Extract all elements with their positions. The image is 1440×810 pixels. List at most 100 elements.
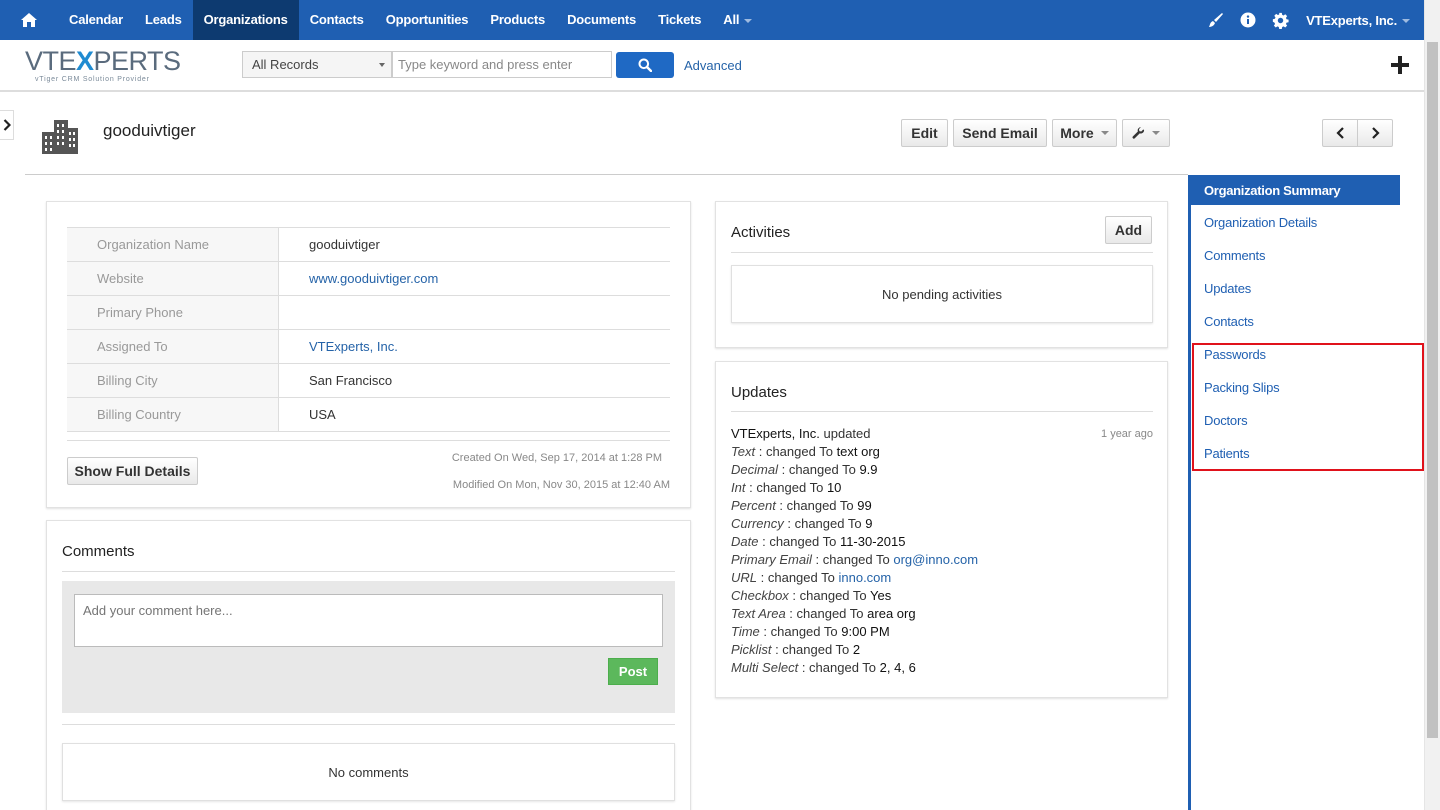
home-icon[interactable] [0,0,58,40]
nav-documents[interactable]: Documents [556,0,647,40]
scrollbar-thumb[interactable] [1427,42,1438,738]
chevron-right-icon [1371,127,1380,139]
search-bar: VTEXPERTS vTiger CRM Solution Provider A… [0,40,1424,92]
changed-to-text: changed To [767,570,835,585]
nav-leads[interactable]: Leads [134,0,193,40]
changed-field-name: Percent [731,498,776,513]
header-divider [25,174,1188,175]
nav-comments[interactable]: Comments [1204,248,1265,263]
update-change-line: Percent : changed To 99 [731,498,872,513]
next-record-button[interactable] [1357,119,1393,147]
changed-field-name: Decimal [731,462,778,477]
nav-updates[interactable]: Updates [1204,281,1251,296]
chevron-down-icon [1100,131,1109,135]
record-title: gooduivtiger [103,121,196,140]
update-change-line: Multi Select : changed To 2, 4, 6 [731,660,916,675]
edit-button[interactable]: Edit [901,119,948,147]
changed-field-name: Text [731,444,756,459]
changed-value: 9:00 PM [841,624,890,639]
organization-building-icon [40,118,80,156]
changed-to-text: changed To [769,534,837,549]
table-row: Website www.gooduivtiger.com [67,262,670,296]
update-author: VTExperts, Inc. [731,426,820,441]
assigned-to-link[interactable]: VTExperts, Inc. [279,330,398,363]
modified-on-text: Modified On Mon, Nov 30, 2015 at 12:40 A… [452,479,670,491]
changed-value-link[interactable]: org@inno.com [893,552,978,567]
logo-x-accent: X [76,46,94,76]
info-icon[interactable] [1232,0,1264,40]
field-label: Website [67,262,279,295]
add-activity-button[interactable]: Add [1105,216,1152,244]
comment-input[interactable] [74,594,663,647]
comments-panel: Comments Post No comments [46,520,691,810]
wrench-icon [1132,126,1145,139]
chevron-down-icon [379,63,385,67]
changed-value: area org [867,606,916,621]
nav-organization-details[interactable]: Organization Details [1204,215,1317,230]
more-button-label: More [1060,125,1094,141]
comment-compose-box: Post [62,581,675,713]
changed-value: 2 [852,642,861,657]
website-link[interactable]: www.gooduivtiger.com [279,262,438,295]
record-related-nav: Organization Summary Organization Detail… [1188,175,1424,810]
nav-tickets[interactable]: Tickets [647,0,712,40]
update-change-line: Checkbox : changed To Yes [731,588,892,603]
field-value: San Francisco [309,373,393,388]
changed-to-text: changed To [799,588,867,603]
vtexperts-logo[interactable]: VTEXPERTS vTiger CRM Solution Provider [25,47,185,87]
changed-field-name: Text Area [731,606,786,621]
nav-contacts[interactable]: Contacts [299,0,375,40]
update-change-line: Text Area : changed To area org [731,606,916,621]
nav-calendar[interactable]: Calendar [58,0,134,40]
gear-icon[interactable] [1264,0,1296,40]
post-comment-button[interactable]: Post [608,658,658,685]
field-label: Organization Name [67,228,279,261]
records-filter-select[interactable]: All Records [242,51,392,78]
update-change-line: Picklist : changed To 2 [731,642,861,657]
no-activities-text: No pending activities [731,265,1153,323]
field-value: gooduivtiger [309,237,380,252]
nav-products[interactable]: Products [479,0,556,40]
nav-opportunities[interactable]: Opportunities [375,0,480,40]
nav-contacts-related[interactable]: Contacts [1204,314,1254,329]
logo-main-text: VTEXPERTS [25,46,181,76]
user-name: VTExperts, Inc. [1306,12,1397,28]
changed-to-text: changed To [809,660,877,675]
changed-to-text: changed To [786,498,854,513]
changed-value: 10 [826,480,842,495]
search-button[interactable] [616,52,674,78]
changed-to-text: changed To [770,624,838,639]
field-label: Billing City [67,364,279,397]
previous-record-button[interactable] [1322,119,1358,147]
advanced-search-link[interactable]: Advanced [684,58,742,73]
changed-to-text: changed To [782,642,850,657]
update-action: updated [823,426,871,441]
quick-create-plus-icon[interactable] [1389,54,1411,76]
more-button[interactable]: More [1052,119,1117,147]
changed-to-text: changed To [788,462,856,477]
records-filter-value: All Records [252,57,319,72]
vertical-scrollbar[interactable] [1424,0,1440,810]
settings-wrench-button[interactable] [1122,119,1170,147]
send-email-button[interactable]: Send Email [953,119,1047,147]
changed-field-name: Date [731,534,759,549]
nav-organizations[interactable]: Organizations [192,0,299,40]
chevron-left-icon [1335,127,1344,139]
changed-value: 9.9 [859,462,878,477]
divider [62,724,675,725]
summary-panel: Organization Name gooduivtiger Website w… [46,201,691,508]
brush-icon[interactable] [1200,0,1232,40]
table-row: Organization Name gooduivtiger [67,228,670,262]
nav-organization-summary[interactable]: Organization Summary [1191,175,1400,205]
search-input[interactable] [392,51,612,78]
show-full-details-button[interactable]: Show Full Details [67,457,198,485]
sidebar-toggle[interactable] [0,110,14,140]
changed-value: Yes [870,588,892,603]
summary-fields-table: Organization Name gooduivtiger Website w… [67,227,670,432]
user-menu[interactable]: VTExperts, Inc. [1296,13,1440,28]
changed-value-link[interactable]: inno.com [838,570,891,585]
top-navigation-bar: Calendar Leads Organizations Contacts Op… [0,0,1440,40]
activities-title: Activities [731,224,791,241]
changed-field-name: Checkbox [731,588,789,603]
nav-all-menu[interactable]: All [712,0,763,40]
